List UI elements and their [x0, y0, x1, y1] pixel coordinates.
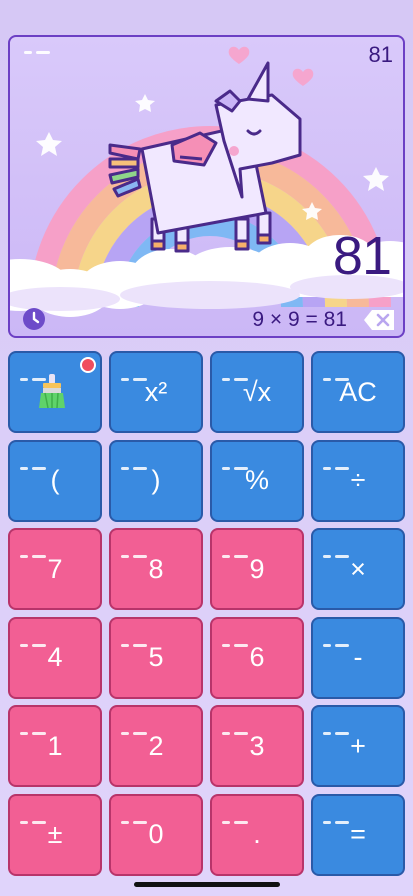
multiply-button[interactable]: ×	[311, 528, 405, 611]
calculator-screen: 81 81 9 × 9 = 81 x² √x AC () % ÷ 7 8 9 …	[0, 0, 413, 896]
digit-7-button[interactable]: 7	[8, 528, 102, 611]
digit-2-button[interactable]: 2	[109, 705, 203, 788]
main-result: 81	[332, 226, 392, 286]
square-root-button[interactable]: √x	[210, 351, 304, 433]
backspace-icon[interactable]	[363, 309, 395, 331]
digit-1-button[interactable]: 1	[8, 705, 102, 788]
open-parenthesis-button[interactable]: (	[8, 439, 102, 522]
digit-4-button[interactable]: 4	[8, 616, 102, 699]
keypad: x² √x AC ( ) % ÷ 7 8 9 × 4 5 6 - 1 2 3 +…	[8, 351, 406, 876]
close-parenthesis-button[interactable]: )	[109, 439, 203, 522]
notification-badge	[80, 357, 96, 373]
display-decoration-dash	[24, 41, 54, 59]
home-indicator[interactable]	[134, 882, 280, 887]
clock-icon[interactable]	[22, 307, 46, 331]
digit-5-button[interactable]: 5	[109, 616, 203, 699]
unicorn-rainbow-illustration	[10, 46, 403, 317]
theme-button[interactable]	[8, 351, 102, 433]
display-panel: 81 81 9 × 9 = 81	[8, 35, 405, 338]
digit-6-button[interactable]: 6	[210, 616, 304, 699]
square-button[interactable]: x²	[109, 351, 203, 433]
equals-button[interactable]: =	[311, 793, 405, 876]
plus-minus-button[interactable]: ±	[8, 793, 102, 876]
digit-3-button[interactable]: 3	[210, 705, 304, 788]
all-clear-button[interactable]: AC	[311, 351, 405, 433]
digit-0-button[interactable]: 0	[109, 793, 203, 876]
digit-8-button[interactable]: 8	[109, 528, 203, 611]
digit-9-button[interactable]: 9	[210, 528, 304, 611]
expression-history: 9 × 9 = 81	[252, 308, 347, 331]
previous-result: 81	[368, 42, 393, 67]
divide-button[interactable]: ÷	[311, 439, 405, 522]
minus-button[interactable]: -	[311, 616, 405, 699]
percent-button[interactable]: %	[210, 439, 304, 522]
decimal-point-button[interactable]: .	[210, 793, 304, 876]
plus-button[interactable]: +	[311, 705, 405, 788]
